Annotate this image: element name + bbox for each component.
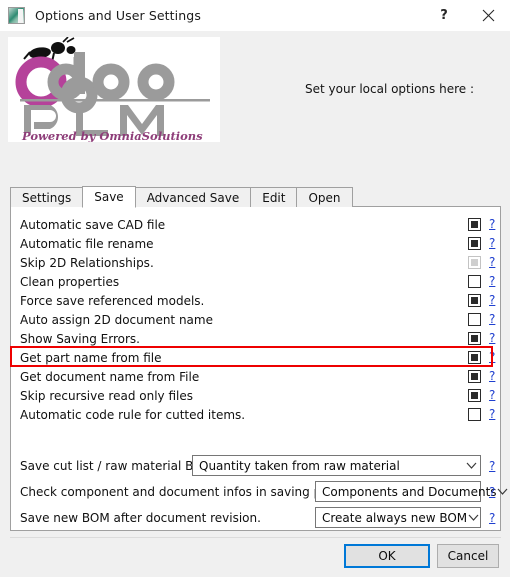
chevron-down-icon[interactable]	[467, 514, 480, 522]
save-new-bom-select[interactable]: Create always new BOM	[315, 507, 481, 528]
option-label: Automatic save CAD file	[20, 217, 166, 232]
option-row-skip-2d-relationships: Skip 2D Relationships. ?	[10, 253, 501, 272]
option-label: Skip recursive read only files	[20, 388, 193, 403]
help-link[interactable]: ?	[489, 256, 495, 269]
checkbox-get-document-name-from-file[interactable]	[468, 370, 481, 383]
option-label: Get document name from File	[20, 369, 200, 384]
checkbox-show-saving-errors[interactable]	[468, 332, 481, 345]
tab-open[interactable]: Open	[296, 187, 353, 207]
title-bar: Options and User Settings ?	[0, 0, 510, 31]
help-link[interactable]: ?	[489, 460, 495, 473]
option-label: Force save referenced models.	[20, 293, 205, 308]
tab-settings[interactable]: Settings	[10, 187, 84, 207]
help-link[interactable]: ?	[489, 389, 495, 402]
option-label: Get part name from file	[20, 350, 162, 365]
help-link[interactable]: ?	[489, 351, 495, 364]
options-list: Automatic save CAD file ? Automatic file…	[10, 206, 507, 531]
check-component-infos-row: Check component and document infos in sa…	[10, 481, 507, 503]
help-link[interactable]: ?	[489, 408, 495, 421]
tab-save[interactable]: Save	[82, 186, 136, 208]
checkbox-auto-assign-2d-document-name[interactable]	[468, 313, 481, 326]
help-link[interactable]: ?	[489, 332, 495, 345]
help-link[interactable]: ?	[489, 218, 495, 231]
checkbox-skip-2d-relationships	[468, 256, 481, 269]
help-link[interactable]: ?	[489, 512, 495, 525]
hint-text: Set your local options here :	[305, 82, 475, 96]
check-component-infos-select[interactable]: Components and Documents	[315, 481, 507, 502]
option-label: Automatic file rename	[20, 236, 154, 251]
option-label: Clean properties	[20, 274, 120, 289]
tab-advanced-save[interactable]: Advanced Save	[134, 187, 252, 207]
chevron-down-icon[interactable]	[497, 488, 508, 496]
close-button[interactable]	[466, 0, 510, 31]
option-label: Automatic code rule for cutted items.	[20, 407, 246, 422]
checkbox-automatic-code-rule-for-cutted-items[interactable]	[468, 408, 481, 421]
option-row-get-part-name-from-file[interactable]: Get part name from file ?	[10, 348, 501, 367]
save-new-bom-row: Save new BOM after document revision. Cr…	[10, 507, 501, 529]
app-icon	[8, 7, 25, 24]
logo-graphic: Powered by OmniaSolutions	[8, 37, 220, 142]
options-dialog: Options and User Settings ? Powered by O…	[0, 0, 510, 577]
checkbox-clean-properties[interactable]	[468, 275, 481, 288]
check-component-infos-value: Components and Documents	[322, 484, 497, 499]
option-row-automatic-file-rename[interactable]: Automatic file rename ?	[10, 234, 501, 253]
help-link[interactable]: ?	[489, 486, 495, 499]
tab-edit[interactable]: Edit	[250, 187, 298, 207]
save-cut-list-value: Quantity taken from raw material	[199, 458, 400, 473]
checkbox-get-part-name-from-file[interactable]	[468, 351, 481, 364]
odoo-plm-logo: Powered by OmniaSolutions	[8, 37, 220, 142]
option-row-force-save-referenced-models[interactable]: Force save referenced models. ?	[10, 291, 501, 310]
checkbox-force-save-referenced-models[interactable]	[468, 294, 481, 307]
option-label: Skip 2D Relationships.	[20, 255, 154, 270]
save-new-bom-label: Save new BOM after document revision.	[20, 511, 261, 525]
option-row-skip-recursive-read-only-files[interactable]: Skip recursive read only files ?	[10, 386, 501, 405]
tab-strip: Settings Save Advanced Save Edit Open	[10, 186, 353, 208]
chevron-down-icon[interactable]	[462, 462, 480, 470]
svg-text:Powered by OmniaSolutions: Powered by OmniaSolutions	[21, 129, 203, 142]
help-link[interactable]: ?	[489, 237, 495, 250]
window-title: Options and User Settings	[35, 8, 201, 23]
help-link[interactable]: ?	[489, 275, 495, 288]
help-button[interactable]: ?	[422, 0, 466, 31]
option-row-clean-properties[interactable]: Clean properties ?	[10, 272, 501, 291]
cancel-button[interactable]: Cancel	[437, 544, 499, 568]
option-row-auto-assign-2d-document-name[interactable]: Auto assign 2D document name ?	[10, 310, 501, 329]
option-label: Auto assign 2D document name	[20, 312, 213, 327]
help-link[interactable]: ?	[489, 313, 495, 326]
save-cut-list-label: Save cut list / raw material BOM.	[20, 459, 217, 473]
footer-divider	[10, 537, 501, 538]
ok-button[interactable]: OK	[344, 544, 430, 568]
checkbox-automatic-save-cad-file[interactable]	[468, 218, 481, 231]
save-new-bom-value: Create always new BOM	[322, 510, 468, 525]
option-row-show-saving-errors[interactable]: Show Saving Errors. ?	[10, 329, 501, 348]
checkbox-skip-recursive-read-only-files[interactable]	[468, 389, 481, 402]
help-link[interactable]: ?	[489, 370, 495, 383]
help-link[interactable]: ?	[489, 294, 495, 307]
option-row-get-document-name-from-file[interactable]: Get document name from File ?	[10, 367, 501, 386]
save-cut-list-select[interactable]: Quantity taken from raw material	[192, 455, 481, 476]
option-row-automatic-save-cad-file[interactable]: Automatic save CAD file ?	[10, 215, 501, 234]
window-controls: ?	[422, 0, 510, 31]
option-label: Show Saving Errors.	[20, 331, 140, 346]
save-cut-list-row: Save cut list / raw material BOM. Quanti…	[10, 455, 501, 477]
checkbox-automatic-file-rename[interactable]	[468, 237, 481, 250]
option-row-automatic-code-rule-for-cutted-items[interactable]: Automatic code rule for cutted items. ?	[10, 405, 501, 424]
